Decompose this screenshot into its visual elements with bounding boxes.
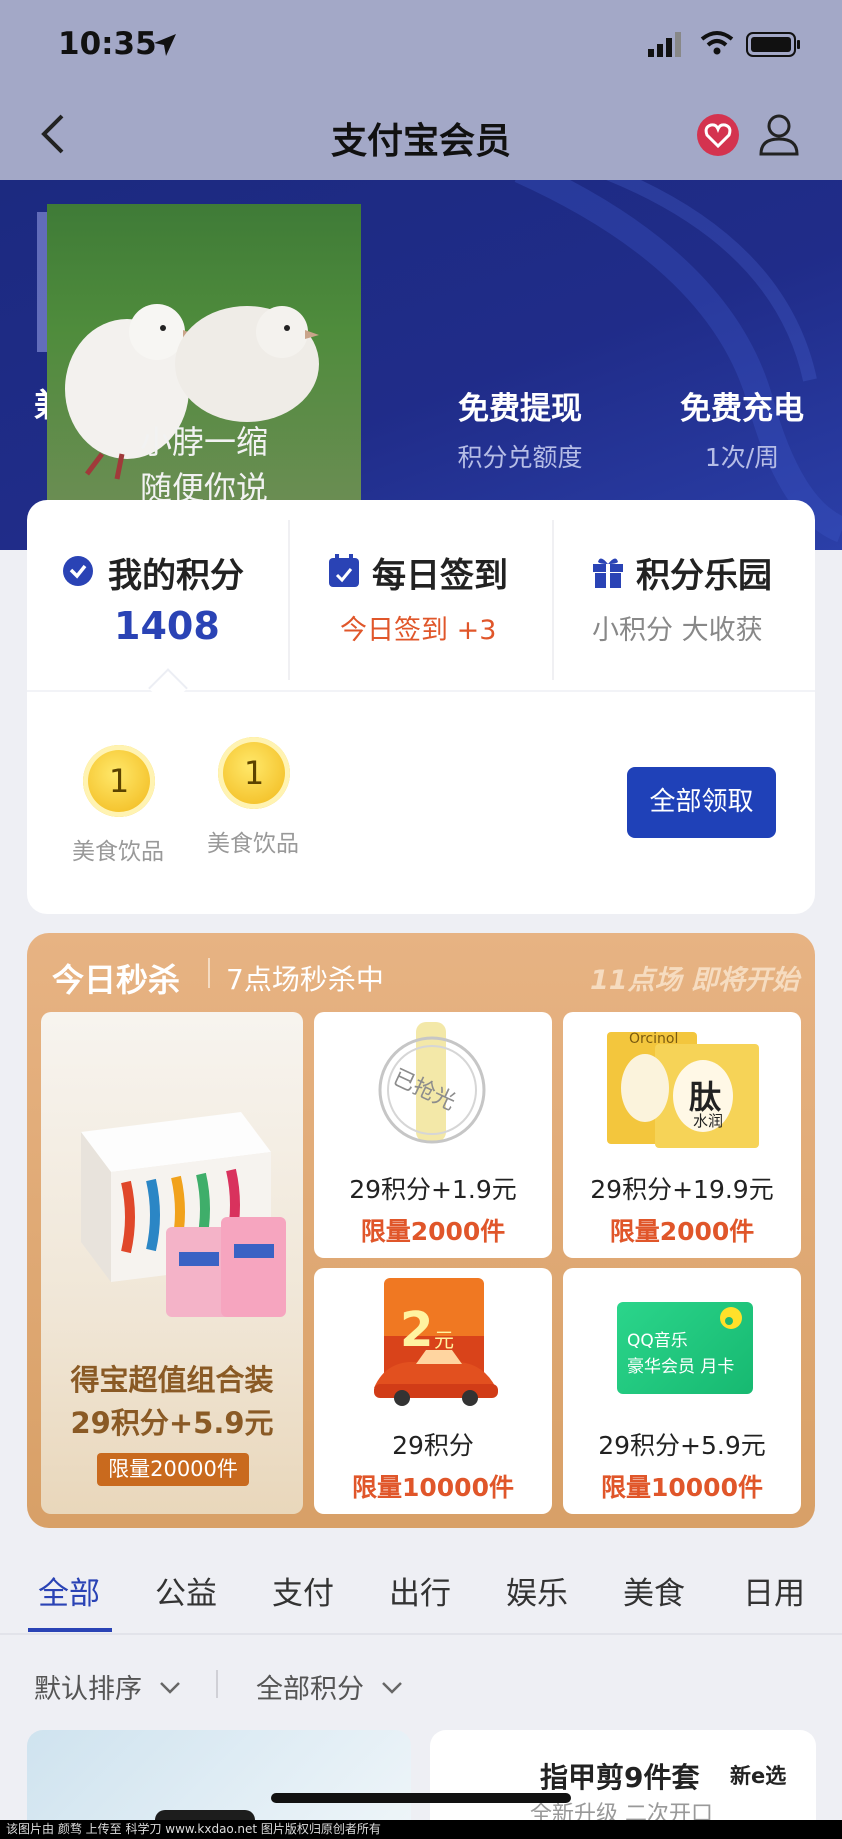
meme-caption: 小脖一缩 随便你说 <box>47 419 361 511</box>
benefit-withdraw[interactable]: 免费提现 积分兑额度 <box>430 383 610 474</box>
meme-overlay-image: 小脖一缩 随便你说 <box>47 204 361 518</box>
product-card-image[interactable] <box>27 1730 411 1830</box>
points-value: 1408 <box>114 604 220 648</box>
divider <box>288 520 290 680</box>
home-indicator <box>271 1793 571 1803</box>
seckill-next-session[interactable]: 11点场 即将开始 <box>590 958 799 997</box>
park-sub: 小积分 大收获 <box>592 615 763 646</box>
product-card[interactable]: 指甲剪9件套 新e选 全新升级 二次开口 <box>430 1730 816 1830</box>
benefit-sub: 1次/周 <box>704 443 780 472</box>
coupon-unit: 元 <box>434 1328 454 1352</box>
benefit-charge[interactable]: 免费充电 1次/周 <box>652 383 832 474</box>
claim-all-button[interactable]: 全部领取 <box>627 767 776 838</box>
main-item-name: 得宝超值组合装 <box>70 1363 274 1397</box>
item-price: 29积分+19.9元 <box>590 1175 774 1204</box>
heart-badge-icon[interactable] <box>696 113 740 157</box>
coupon-amount: 2 <box>400 1302 434 1358</box>
meme-caption-line: 小脖一缩 <box>139 423 268 461</box>
screen: 10:35 支付宝会员 兼 免费提现 积分兑额度 免费充电 1次/周 小脖一缩 <box>0 0 842 1839</box>
tab-daily[interactable]: 日用 <box>743 1568 805 1613</box>
watermark-footer: 该图片由 颜骛 上传至 科学刀 www.kxdao.net 图片版权归原创者所有 <box>0 1820 842 1839</box>
divider <box>27 690 815 692</box>
product-brand: 新e选 <box>730 1764 787 1788</box>
seckill-item[interactable]: QQ音乐 豪华会员 月卡 29积分+5.9元 限量10000件 <box>563 1268 801 1514</box>
tissue-box-picture <box>81 1112 286 1317</box>
tab-charity[interactable]: 公益 <box>155 1568 217 1613</box>
battery-icon <box>746 32 800 57</box>
tab-label: 积分乐园 <box>636 556 772 596</box>
tab-all[interactable]: 全部 <box>38 1568 100 1613</box>
item-limit: 限量2000件 <box>609 1217 755 1246</box>
coin-icon: 1 <box>83 745 155 817</box>
calendar-icon <box>329 554 359 587</box>
points-range-label: 全部积分 <box>256 1674 364 1705</box>
coin-icon: 1 <box>218 737 290 809</box>
main-item-price: 29积分+5.9元 <box>70 1406 274 1440</box>
coin-caption: 美食饮品 <box>207 831 299 857</box>
points-icon <box>63 556 93 586</box>
seckill-item[interactable]: 2 元 29积分 限量10000件 <box>314 1268 552 1514</box>
item-limit: 限量10000件 <box>601 1473 763 1502</box>
tab-label: 每日签到 <box>372 556 508 596</box>
gift-icon <box>593 558 623 588</box>
tab-payment[interactable]: 支付 <box>272 1568 334 1613</box>
seckill-main-item[interactable]: 得宝超值组合装 29积分+5.9元 限量20000件 <box>41 1012 303 1514</box>
item-price: 29积分+1.9元 <box>349 1175 517 1204</box>
tab-entertainment[interactable]: 娱乐 <box>506 1568 568 1613</box>
chevron-down-icon <box>159 1682 180 1694</box>
divider <box>552 520 554 680</box>
benefit-title: 免费提现 <box>458 391 582 427</box>
seckill-item[interactable]: 已抢光 29积分+1.9元 限量2000件 <box>314 1012 552 1258</box>
item-price: 29积分+5.9元 <box>598 1431 766 1460</box>
benefit-title: 免费充电 <box>680 391 804 427</box>
chevron-down-icon <box>381 1682 402 1694</box>
card-sub: 豪华会员 月卡 <box>627 1357 735 1377</box>
product-art-sub: 水润 <box>693 1112 724 1130</box>
coin-caption: 美食饮品 <box>72 839 164 865</box>
qq-music-icon <box>720 1307 742 1329</box>
main-item-limit: 限量20000件 <box>97 1453 249 1486</box>
seckill-session: 7点场秒杀中 <box>226 963 384 996</box>
tab-food[interactable]: 美食 <box>623 1568 685 1613</box>
coin-bubble[interactable]: 1 <box>83 745 155 817</box>
divider <box>208 958 210 988</box>
divider <box>216 1670 218 1698</box>
location-arrow-icon <box>154 34 176 56</box>
wifi-icon <box>700 31 734 55</box>
user-icon[interactable] <box>758 112 800 156</box>
sort-order-label: 默认排序 <box>34 1674 142 1705</box>
item-limit: 限量2000件 <box>360 1217 506 1246</box>
coin-bubble[interactable]: 1 <box>218 737 290 809</box>
product-title: 指甲剪9件套 <box>540 1761 700 1794</box>
active-tab-indicator <box>28 1628 112 1632</box>
item-price: 29积分 <box>392 1431 474 1460</box>
divider <box>0 1633 842 1635</box>
seckill-item[interactable]: Orcinol 肽 水润 29积分+19.9元 限量2000件 <box>563 1012 801 1258</box>
status-time: 10:35 <box>58 26 157 62</box>
brand-label: Orcinol <box>629 1031 679 1047</box>
sort-order-dropdown[interactable]: 默认排序 <box>34 1667 183 1706</box>
checkin-status: 今日签到 +3 <box>340 615 497 646</box>
tab-travel[interactable]: 出行 <box>389 1568 451 1613</box>
signal-icon <box>648 32 681 57</box>
seckill-title: 今日秒杀 <box>52 961 181 999</box>
tab-label: 我的积分 <box>108 556 244 596</box>
item-limit: 限量10000件 <box>352 1473 514 1502</box>
card-title: QQ音乐 <box>627 1331 688 1351</box>
points-range-dropdown[interactable]: 全部积分 <box>256 1667 405 1706</box>
benefit-sub: 积分兑额度 <box>457 443 583 472</box>
